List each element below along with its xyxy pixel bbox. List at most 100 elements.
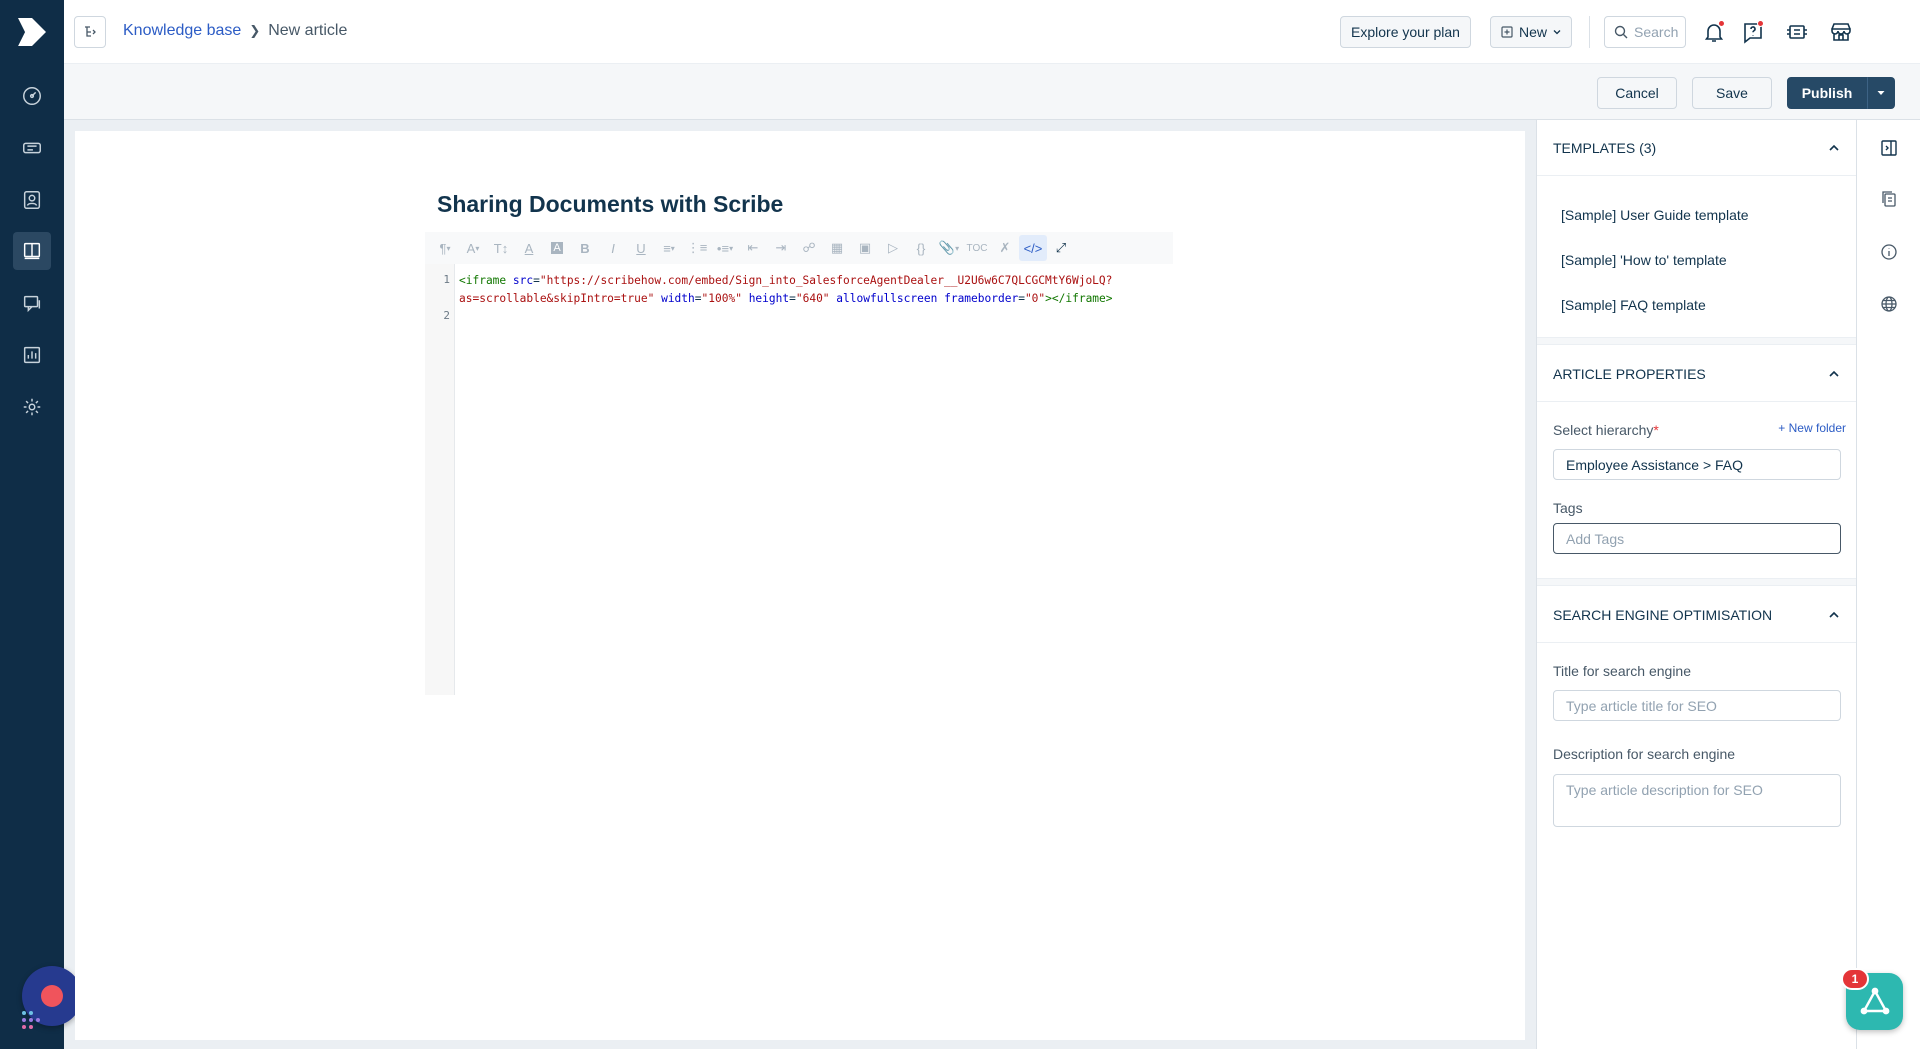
attachment-icon[interactable]: 📎 ▾ [935, 235, 963, 261]
tree-icon [85, 26, 96, 37]
breadcrumb-knowledge-base-link[interactable]: Knowledge base [123, 22, 241, 40]
nav-settings-icon[interactable] [13, 388, 51, 426]
globe-icon[interactable] [1877, 292, 1901, 316]
ordered-list-icon[interactable]: ⋮≡ [683, 235, 711, 261]
record-dot-icon [41, 985, 63, 1007]
publish-options-button[interactable] [1867, 77, 1895, 109]
support-widget-icon [1860, 987, 1889, 1014]
nav-conversations-icon[interactable] [13, 284, 51, 322]
templates-section-header[interactable]: TEMPLATES (3) [1537, 120, 1856, 176]
help-icon[interactable] [1739, 18, 1767, 46]
code-token: as=scrollable&skipIntro=true" [459, 292, 655, 305]
article-title-input[interactable]: Sharing Documents with Scribe [437, 191, 783, 218]
image-icon[interactable]: ▣ [851, 235, 879, 261]
seo-header-label: SEARCH ENGINE OPTIMISATION [1553, 606, 1773, 623]
outdent-icon[interactable]: ⇤ [739, 235, 767, 261]
code-token: "640" [795, 292, 830, 305]
template-item[interactable]: [Sample] FAQ template [1561, 297, 1706, 313]
font-family-icon[interactable]: A ▾ [459, 235, 487, 261]
nav-analytics-icon[interactable] [13, 336, 51, 374]
section-divider [1537, 337, 1856, 345]
font-size-icon[interactable]: T↕ [487, 235, 515, 261]
background-color-icon[interactable]: A [543, 235, 571, 261]
code-token: "0" [1024, 292, 1046, 305]
save-button[interactable]: Save [1692, 77, 1772, 109]
line-number: 1 [443, 273, 450, 286]
code-token: ></iframe> [1045, 292, 1113, 305]
search-input[interactable]: Search [1604, 16, 1686, 48]
help-badge [1757, 20, 1764, 27]
chevron-up-icon [1829, 144, 1839, 151]
search-icon [1614, 25, 1628, 39]
support-widget-badge: 1 [1841, 968, 1869, 990]
underline-icon[interactable]: U [627, 235, 655, 261]
left-navigation [0, 0, 64, 1049]
tags-input[interactable]: Add Tags [1553, 523, 1841, 554]
clear-formatting-icon[interactable]: ✗ [991, 235, 1019, 261]
hierarchy-select[interactable]: Employee Assistance > FAQ [1553, 449, 1841, 480]
breadcrumb-current: New article [268, 22, 348, 39]
explore-plan-button[interactable]: Explore your plan [1340, 16, 1471, 48]
cancel-button[interactable]: Cancel [1597, 77, 1677, 109]
hierarchy-label: Select hierarchy* [1553, 422, 1659, 438]
fullscreen-icon[interactable]: ⤢ [1047, 235, 1075, 261]
code-content[interactable]: <iframe src="https://scribehow.com/embed… [459, 272, 1169, 308]
template-item[interactable]: [Sample] User Guide template [1561, 207, 1749, 223]
breadcrumb: Knowledge base ❯ New article [123, 22, 347, 40]
publish-button[interactable]: Publish [1787, 77, 1867, 109]
nav-knowledge-base-icon[interactable] [13, 232, 51, 270]
article-properties-section-header[interactable]: ARTICLE PROPERTIES [1537, 346, 1856, 402]
nav-contacts-icon[interactable] [13, 181, 51, 219]
code-view-icon[interactable]: </> [1019, 235, 1047, 261]
nav-tickets-icon[interactable] [13, 129, 51, 167]
video-icon[interactable]: ▷ [879, 235, 907, 261]
info-icon[interactable] [1877, 240, 1901, 264]
new-button[interactable]: New [1490, 16, 1572, 48]
italic-icon[interactable]: I [599, 235, 627, 261]
indent-icon[interactable]: ⇥ [767, 235, 795, 261]
copy-document-icon[interactable] [1877, 187, 1901, 211]
toggle-panel-icon[interactable] [1877, 136, 1901, 160]
chevron-right-icon: ❯ [249, 23, 261, 38]
code-token: src [512, 274, 534, 287]
app-logo-icon[interactable] [12, 12, 52, 52]
code-editor[interactable]: 1 2 <iframe src="https://scribehow.com/e… [425, 264, 1173, 695]
notifications-icon[interactable] [1700, 18, 1728, 46]
chevron-up-icon [1829, 370, 1839, 377]
paragraph-format-icon[interactable]: ¶ ▾ [431, 235, 459, 261]
bold-icon[interactable]: B [571, 235, 599, 261]
text-color-icon[interactable]: A [515, 235, 543, 261]
seo-description-input[interactable]: Type article description for SEO [1553, 774, 1841, 827]
new-folder-link[interactable]: + New folder [1778, 421, 1846, 435]
nav-dashboard-icon[interactable] [13, 77, 51, 115]
line-number-gutter: 1 2 [425, 264, 455, 695]
record-grid-icon [22, 1011, 40, 1029]
collapse-tree-button[interactable] [74, 16, 106, 48]
table-of-contents-icon[interactable]: TOC [963, 235, 991, 261]
seo-title-input[interactable]: Type article title for SEO [1553, 690, 1841, 721]
marketplace-icon[interactable] [1827, 18, 1855, 46]
unordered-list-icon[interactable]: •≡ ▾ [711, 235, 739, 261]
right-rail [1856, 120, 1920, 1049]
search-placeholder: Search [1634, 24, 1679, 40]
editor-card: Sharing Documents with Scribe ¶ ▾ A ▾ T↕ A… [75, 131, 1525, 1040]
align-icon[interactable]: ≡ ▾ [655, 235, 683, 261]
code-token: "100%" [701, 292, 742, 305]
seo-description-label: Description for search engine [1553, 746, 1736, 762]
apps-switcher-icon[interactable] [1783, 18, 1811, 46]
article-side-panel: TEMPLATES (3) [Sample] User Guide templa… [1536, 120, 1856, 1049]
plus-square-icon [1501, 26, 1513, 38]
code-token: allowfullscreen [836, 292, 938, 305]
code-braces-icon[interactable]: {} [907, 235, 935, 261]
required-mark: * [1653, 422, 1659, 438]
chevron-down-icon [1553, 30, 1561, 35]
seo-section-header[interactable]: SEARCH ENGINE OPTIMISATION [1537, 587, 1856, 643]
link-icon[interactable]: ☍ [795, 235, 823, 261]
table-icon[interactable]: ▦ [823, 235, 851, 261]
properties-header-label: ARTICLE PROPERTIES [1553, 365, 1706, 382]
code-token: "https://scribehow.com/embed/Sign_into_S… [539, 274, 1113, 287]
notifications-badge [1718, 20, 1725, 27]
caret-down-icon [1877, 91, 1885, 95]
code-token: frameborder [944, 292, 1019, 305]
template-item[interactable]: [Sample] 'How to' template [1561, 252, 1727, 268]
